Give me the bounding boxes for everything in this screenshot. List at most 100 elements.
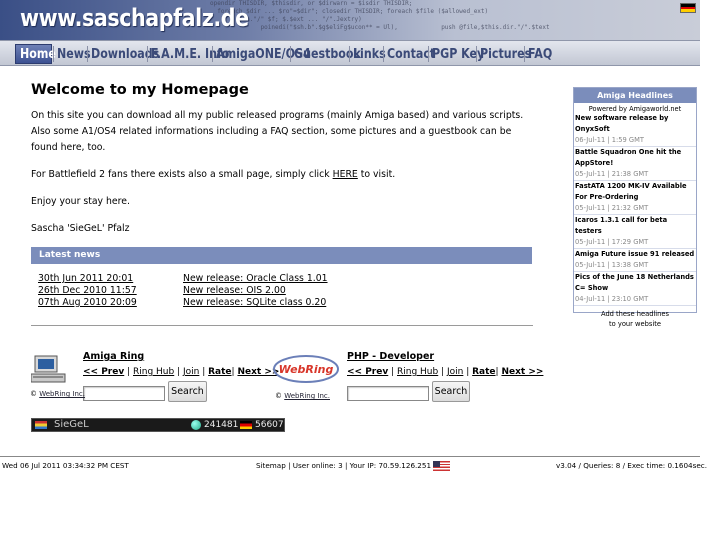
php-webring: WebRing PHP - Developer << Prev | Ring H… [272, 350, 543, 410]
intro-paragraph: On this site you can download all my pub… [31, 110, 524, 153]
news-row: 07th Aug 2010 20:09 New release: SQLite … [38, 297, 518, 308]
headline-link[interactable]: New software release by OnyxSoft [574, 113, 696, 135]
news-row: 30th Jun 2011 20:01 New release: Oracle … [38, 273, 518, 284]
nav-separator [290, 46, 291, 62]
bf2-text-end: to visit. [357, 169, 396, 180]
us-flag-icon [433, 461, 451, 471]
webring-join-link[interactable]: Join [183, 367, 199, 377]
nav-separator [524, 46, 525, 62]
headline-date: 05-Jul-11 | 13:38 GMT [574, 260, 696, 272]
amiga-computer-icon [31, 355, 66, 383]
headline-link[interactable]: Pics of the June 18 Netherlands C= Show [574, 272, 696, 294]
headline-date: 04-Jul-11 | 23:10 GMT [574, 294, 696, 306]
webring-copyright: © WebRing Inc. [30, 390, 85, 398]
amiga-headlines-box: Amiga Headlines Powered by Amigaworld.ne… [573, 87, 697, 328]
counter-local: 56607 [255, 420, 284, 430]
enjoy-paragraph: Enjoy your stay here. [31, 196, 130, 207]
headline-date: 06-Jul-11 | 1:59 GMT [574, 135, 696, 147]
nav-news[interactable]: News [57, 45, 91, 63]
headline-date: 05-Jul-11 | 21:32 GMT [574, 203, 696, 215]
headline-date: 05-Jul-11 | 21:38 GMT [574, 169, 696, 181]
nav-separator [147, 46, 148, 62]
nav-separator [476, 46, 477, 62]
nav-separator [349, 46, 350, 62]
webring-copyright: © WebRing Inc. [275, 392, 330, 400]
nav-separator [53, 46, 54, 62]
german-flag-icon [240, 421, 252, 429]
headlines-title: Amiga Headlines [574, 88, 696, 103]
news-row: 26th Dec 2010 11:57 New release: OIS 2.0… [38, 285, 518, 296]
copyright-symbol: © [30, 390, 37, 398]
visitor-ip: Your IP: 70.59.126.251 [349, 461, 432, 470]
news-date-link[interactable]: 07th Aug 2010 20:09 [38, 297, 137, 308]
nav-separator [383, 46, 384, 62]
bf2-here-link[interactable]: HERE [333, 169, 358, 180]
webring-hub-link[interactable]: Ring Hub [397, 367, 438, 377]
webring-name[interactable]: PHP - Developer [347, 351, 434, 362]
main-content: Welcome to my Homepage On this site you … [31, 82, 533, 248]
nav-downloads[interactable]: Downloads [91, 45, 159, 63]
news-title-link[interactable]: New release: SQLite class 0.20 [183, 297, 326, 308]
signature: Sascha 'SieGeL' Pfalz [31, 223, 130, 234]
headline-date: 05-Jul-11 | 17:29 GMT [574, 237, 696, 249]
users-online: User online: 3 [292, 461, 343, 470]
webring-search-input[interactable] [347, 386, 429, 401]
webring-links: << Prev | Ring Hub | Join | Rate| Next >… [347, 367, 544, 377]
us-flag-canton [433, 461, 441, 467]
webring-logo-icon: WebRing [273, 355, 339, 383]
webring-logo-text: WebRing [279, 363, 334, 376]
nav-faq[interactable]: FAQ [528, 45, 552, 63]
headline-link[interactable]: Amiga Future issue 91 released [574, 249, 696, 260]
webring-join-link[interactable]: Join [447, 367, 463, 377]
site-header: opendir THISDIR, $thisdir, or $dirwarn =… [0, 0, 700, 40]
nav-links[interactable]: Links [353, 45, 386, 63]
webring-prev-link[interactable]: << Prev [347, 367, 388, 377]
webring-rate-link[interactable]: Rate [208, 367, 231, 377]
add-headlines-link[interactable]: Add these headlines to your website [574, 309, 696, 329]
footer-center: Sitemap | User online: 3 | Your IP: 70.5… [256, 461, 451, 471]
webring-next-link[interactable]: Next >> [501, 367, 543, 377]
globe-icon [191, 420, 201, 430]
webring-search-button[interactable]: Search [168, 381, 207, 402]
webring-search-input[interactable] [83, 386, 165, 401]
webring-hub-link[interactable]: Ring Hub [133, 367, 174, 377]
site-title[interactable]: www.saschapfalz.de [20, 4, 249, 32]
footer-divider [0, 456, 700, 457]
nav-guestbook[interactable]: Guestbook [294, 45, 361, 63]
footer-datetime: Wed 06 Jul 2011 03:34:32 PM CEST [2, 461, 129, 470]
news-date-link[interactable]: 26th Dec 2010 11:57 [38, 285, 137, 296]
webring-inc-link[interactable]: WebRing Inc. [39, 390, 85, 398]
footer-stats: v3.04 / Queries: 8 / Exec time: 0.1604se… [556, 461, 708, 470]
sitemap-link[interactable]: Sitemap [256, 461, 286, 470]
nav-home[interactable]: Home [20, 45, 56, 63]
webring-prev-link[interactable]: << Prev [83, 367, 124, 377]
add-headlines-line1: Add these headlines [600, 310, 670, 318]
headline-link[interactable]: Icaros 1.3.1 call for beta testers [574, 215, 696, 237]
news-date-link[interactable]: 30th Jun 2011 20:01 [38, 273, 133, 284]
counter-name: SieGeL [54, 419, 89, 430]
german-flag-icon[interactable] [680, 3, 696, 13]
nav-separator [428, 46, 429, 62]
counter-visits: 241481 [204, 420, 239, 430]
news-title-link[interactable]: New release: Oracle Class 1.01 [183, 273, 328, 284]
webring-inc-link[interactable]: WebRing Inc. [284, 392, 330, 400]
webring-name[interactable]: Amiga Ring [83, 351, 144, 362]
amiga-webring: Amiga Ring << Prev | Ring Hub | Join | R… [30, 350, 280, 410]
add-headlines-line2: to your website [609, 320, 661, 328]
webring-search-button[interactable]: Search [432, 381, 470, 402]
visitor-counter: SieGeL 241481 56607 [31, 418, 285, 432]
headline-link[interactable]: FastATA 1200 MK-IV Available For Pre-Ord… [574, 181, 696, 203]
headlines-powered-by[interactable]: Powered by Amigaworld.net [574, 105, 696, 113]
news-title-link[interactable]: New release: OIS 2.00 [183, 285, 286, 296]
headline-link[interactable]: Battle Squadron One hit the AppStore! [574, 147, 696, 169]
bf2-paragraph: For Battlefield 2 fans there exists also… [31, 167, 533, 183]
page-title: Welcome to my Homepage [31, 82, 249, 98]
latest-news-header: Latest news [31, 247, 532, 264]
webring-rate-link[interactable]: Rate [472, 367, 495, 377]
amiga-logo-icon [35, 421, 47, 429]
nav-separator [87, 46, 88, 62]
content-divider [31, 325, 533, 326]
nav-separator [212, 46, 213, 62]
copyright-symbol: © [275, 392, 282, 400]
webring-links: << Prev | Ring Hub | Join | Rate| Next >… [83, 367, 280, 377]
